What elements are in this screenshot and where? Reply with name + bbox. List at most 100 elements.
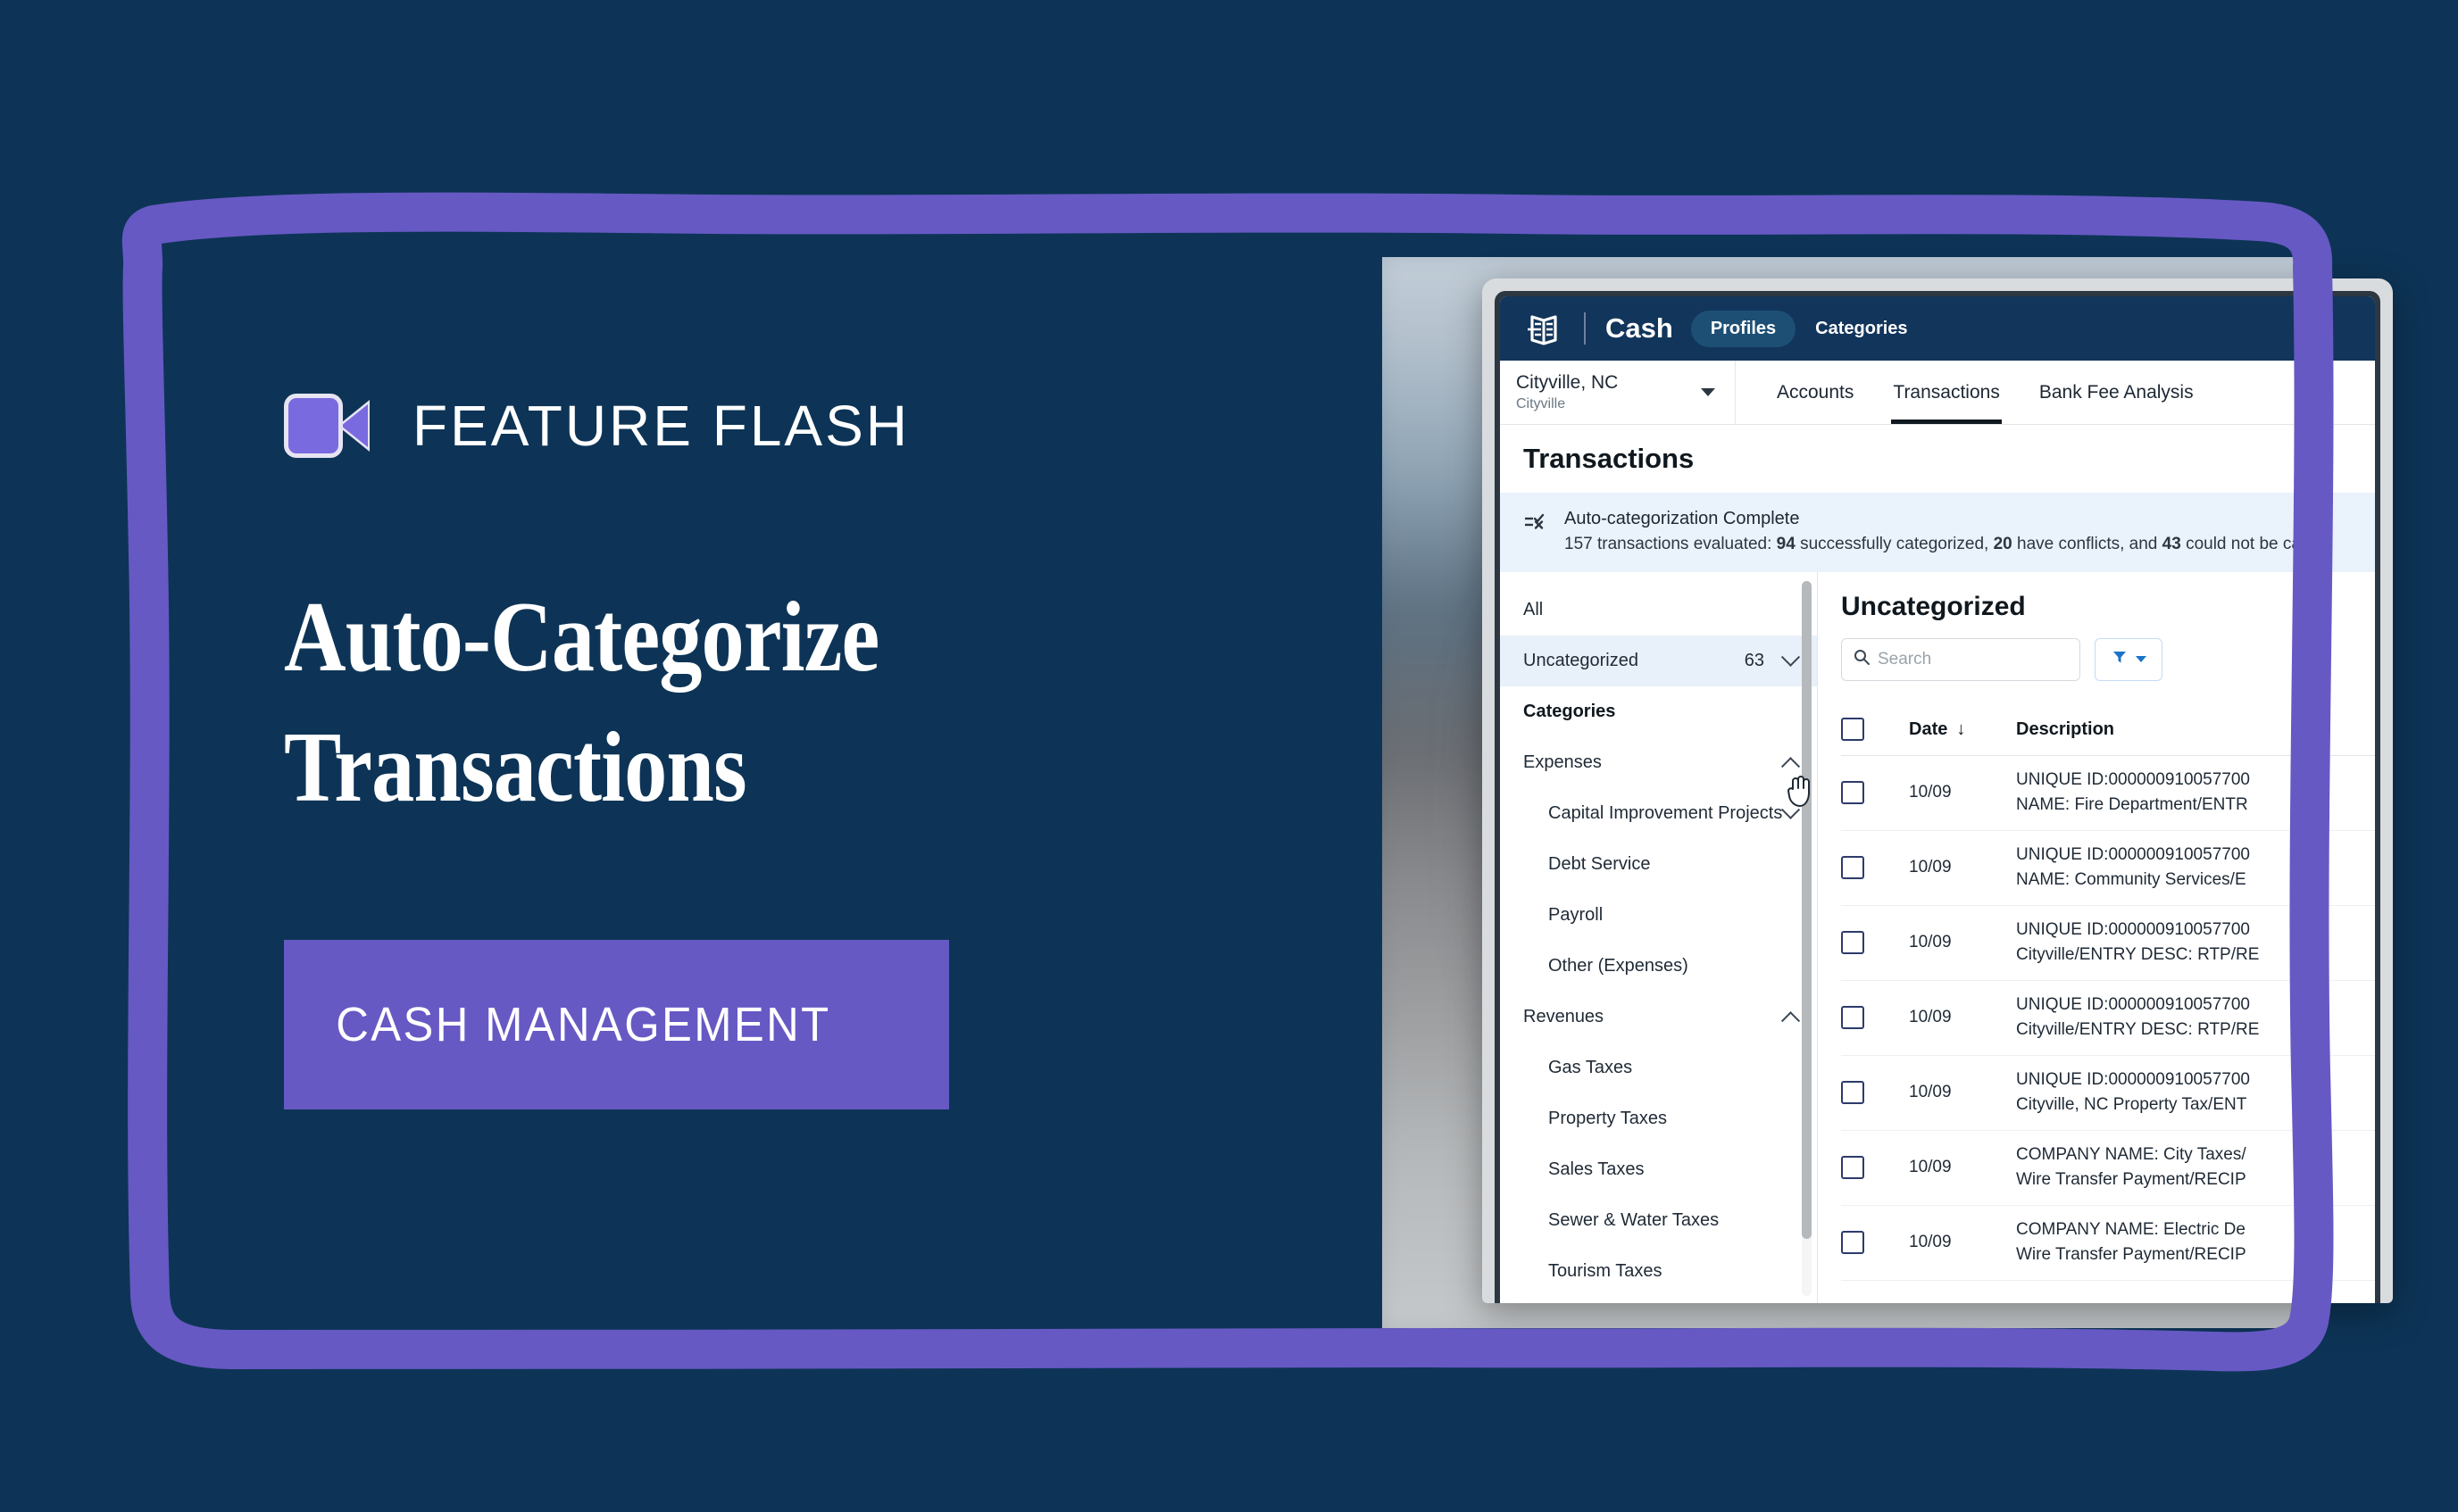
auto-categorization-banner: Auto-categorization Complete 157 transac… <box>1500 493 2375 572</box>
table-row[interactable]: 10/09 UNIQUE ID:000000910057700 NAME: Fi… <box>1841 756 2375 831</box>
sidebar-item-sewer-water-taxes[interactable]: Sewer & Water Taxes <box>1500 1195 1817 1246</box>
nav-divider <box>1584 312 1586 345</box>
checkbox-icon <box>1841 1231 1864 1254</box>
sidebar-item-tourism-taxes[interactable]: Tourism Taxes <box>1500 1246 1817 1297</box>
nav-tab-profiles[interactable]: Profiles <box>1690 310 1796 347</box>
uncategorized-count: 63 <box>1744 650 1764 670</box>
column-header-date[interactable]: Date ↓ <box>1909 719 2016 740</box>
nav-tab-categories[interactable]: Categories <box>1801 311 1921 347</box>
sidebar-group-expenses[interactable]: Expenses <box>1500 737 1817 788</box>
sidebar-item-label: Debt Service <box>1548 853 1651 874</box>
table-header-row: Date ↓ Description <box>1841 704 2375 756</box>
table-row[interactable]: 10/09 COMPANY NAME: City Taxes/ Wire Tra… <box>1841 1131 2375 1206</box>
row-description-line2: Cityville/ENTRY DESC: RTP/RE <box>2016 1020 2260 1039</box>
table-row[interactable]: 10/09 COMPANY NAME: Electric De Wire Tra… <box>1841 1206 2375 1281</box>
row-checkbox[interactable] <box>1841 1156 1909 1179</box>
search-box[interactable] <box>1841 637 2119 681</box>
row-description-line2: Wire Transfer Payment/RECIP <box>2016 1245 2246 1264</box>
auto-categorize-icon <box>1523 511 1548 540</box>
section-tabs: Accounts Transactions Bank Fee Analysis <box>1736 361 2213 424</box>
tab-transactions[interactable]: Transactions <box>1873 361 2019 424</box>
brand-label: FEATURE FLASH <box>412 394 910 458</box>
filter-button[interactable] <box>2095 637 2162 681</box>
row-description-line2: Cityville, NC Property Tax/ENT <box>2016 1095 2247 1114</box>
sidebar-group-revenues[interactable]: Revenues <box>1500 992 1817 1043</box>
promo-slide: Cash Profiles Categories Cityville, NC C… <box>0 0 2458 1512</box>
sidebar-item-sales-taxes[interactable]: Sales Taxes <box>1500 1144 1817 1195</box>
sidebar-item-gas-taxes[interactable]: Gas Taxes <box>1500 1043 1817 1093</box>
row-description-line2: Wire Transfer Payment/RECIP <box>2016 1170 2246 1189</box>
tab-accounts[interactable]: Accounts <box>1757 361 1873 424</box>
banner-suffix: could not be ca <box>2180 535 2301 553</box>
search-input[interactable] <box>1878 649 2096 669</box>
sidebar-item-label: Gas Taxes <box>1548 1057 1633 1077</box>
cash-management-badge[interactable]: CASH MANAGEMENT <box>284 940 949 1110</box>
page-header: Transactions <box>1500 425 2375 493</box>
table-row[interactable]: 10/09 UNIQUE ID:000000910057700 Cityvill… <box>1841 906 2375 981</box>
banner-success-count: 94 <box>1776 535 1796 553</box>
chevron-down-icon <box>1701 388 1715 396</box>
checkbox-icon <box>1841 1156 1864 1179</box>
sidebar-group-revenues-label: Revenues <box>1523 1006 1604 1026</box>
chevron-up-icon[interactable] <box>1780 756 1801 776</box>
sidebar-item-uncategorized[interactable]: Uncategorized 63 <box>1500 635 1817 686</box>
app-top-navbar: Cash Profiles Categories <box>1500 296 2375 361</box>
tab-bank-fee-analysis[interactable]: Bank Fee Analysis <box>2020 361 2213 424</box>
table-row[interactable]: 10/09 UNIQUE ID:000000910057700 Cityvill… <box>1841 981 2375 1056</box>
row-description: UNIQUE ID:000000910057700 NAME: Communit… <box>2016 843 2375 892</box>
sidebar-item-all[interactable]: All <box>1500 585 1817 636</box>
row-checkbox[interactable] <box>1841 781 1909 804</box>
sidebar-item-payroll[interactable]: Payroll <box>1500 890 1817 941</box>
profile-sublabel: Cityville <box>1516 395 1566 411</box>
row-description-line1: UNIQUE ID:000000910057700 <box>2016 920 2250 940</box>
sidebar-section-label: Categories <box>1523 701 1616 721</box>
device-bezel: Cash Profiles Categories Cityville, NC C… <box>1495 291 2380 1303</box>
row-description: UNIQUE ID:000000910057700 Cityville, NC … <box>2016 1068 2375 1117</box>
promo-content: FEATURE FLASH Auto-Categorize Transactio… <box>284 393 1337 1110</box>
cash-management-label: CASH MANAGEMENT <box>336 998 831 1052</box>
sidebar-item-label: Tourism Taxes <box>1548 1260 1662 1281</box>
page-title: Auto-Categorize Transactions <box>284 573 1190 833</box>
app-sub-navbar: Cityville, NC Cityville Accounts Transac… <box>1500 361 2375 425</box>
row-date: 10/09 <box>1909 933 1952 951</box>
select-all-checkbox[interactable] <box>1841 718 1909 741</box>
row-date: 10/09 <box>1909 1233 1952 1251</box>
checkbox-icon <box>1841 1081 1864 1104</box>
chevron-up-icon[interactable] <box>1780 1010 1801 1030</box>
sidebar-group-expenses-label: Expenses <box>1523 752 1602 772</box>
sidebar-scrollbar[interactable] <box>1802 580 1812 1296</box>
row-description-line1: COMPANY NAME: Electric De <box>2016 1220 2246 1240</box>
profile-selector[interactable]: Cityville, NC Cityville <box>1500 361 1736 424</box>
device-frame: Cash Profiles Categories Cityville, NC C… <box>1482 278 2393 1303</box>
checkbox-icon <box>1841 931 1864 954</box>
row-date: 10/09 <box>1909 783 1952 802</box>
sidebar-item-label: Payroll <box>1548 904 1604 925</box>
table-row[interactable]: 10/09 UNIQUE ID:000000910057700 NAME: Co… <box>1841 831 2375 906</box>
sidebar-item-property-taxes[interactable]: Property Taxes <box>1500 1093 1817 1144</box>
checkbox-icon <box>1841 1006 1864 1029</box>
sidebar-item-label: Property Taxes <box>1548 1108 1668 1128</box>
row-checkbox[interactable] <box>1841 1231 1909 1254</box>
sidebar-item-other-expenses[interactable]: Other (Expenses) <box>1500 941 1817 992</box>
chevron-down-icon[interactable] <box>1780 800 1801 819</box>
profile-name: Cityville, NC <box>1516 372 1619 394</box>
row-date: 10/09 <box>1909 1008 1952 1026</box>
row-description: COMPANY NAME: Electric De Wire Transfer … <box>2016 1217 2375 1267</box>
column-header-date-label: Date <box>1909 719 1948 739</box>
row-checkbox[interactable] <box>1841 1081 1909 1104</box>
chevron-down-icon[interactable] <box>1780 647 1801 667</box>
row-checkbox[interactable] <box>1841 1006 1909 1029</box>
sidebar-item-debt-service[interactable]: Debt Service <box>1500 839 1817 890</box>
ledger-book-icon <box>1523 308 1564 349</box>
sidebar-item-capital-improvement-projects[interactable]: Capital Improvement Projects <box>1500 788 1817 839</box>
uncategorized-meta: 63 <box>1744 647 1801 671</box>
sidebar-scrollbar-thumb[interactable] <box>1802 580 1812 1239</box>
banner-summary: 157 transactions evaluated: 94 successfu… <box>1564 532 2301 558</box>
row-checkbox[interactable] <box>1841 856 1909 879</box>
table-row[interactable]: 10/09 UNIQUE ID:000000910057700 Cityvill… <box>1841 1056 2375 1131</box>
search-icon <box>1853 648 1871 670</box>
banner-mid-1: successfully categorized, <box>1795 535 1994 553</box>
transactions-panel-title: Uncategorized <box>1841 591 2026 621</box>
row-checkbox[interactable] <box>1841 931 1909 954</box>
column-header-description[interactable]: Description <box>2016 719 2375 740</box>
